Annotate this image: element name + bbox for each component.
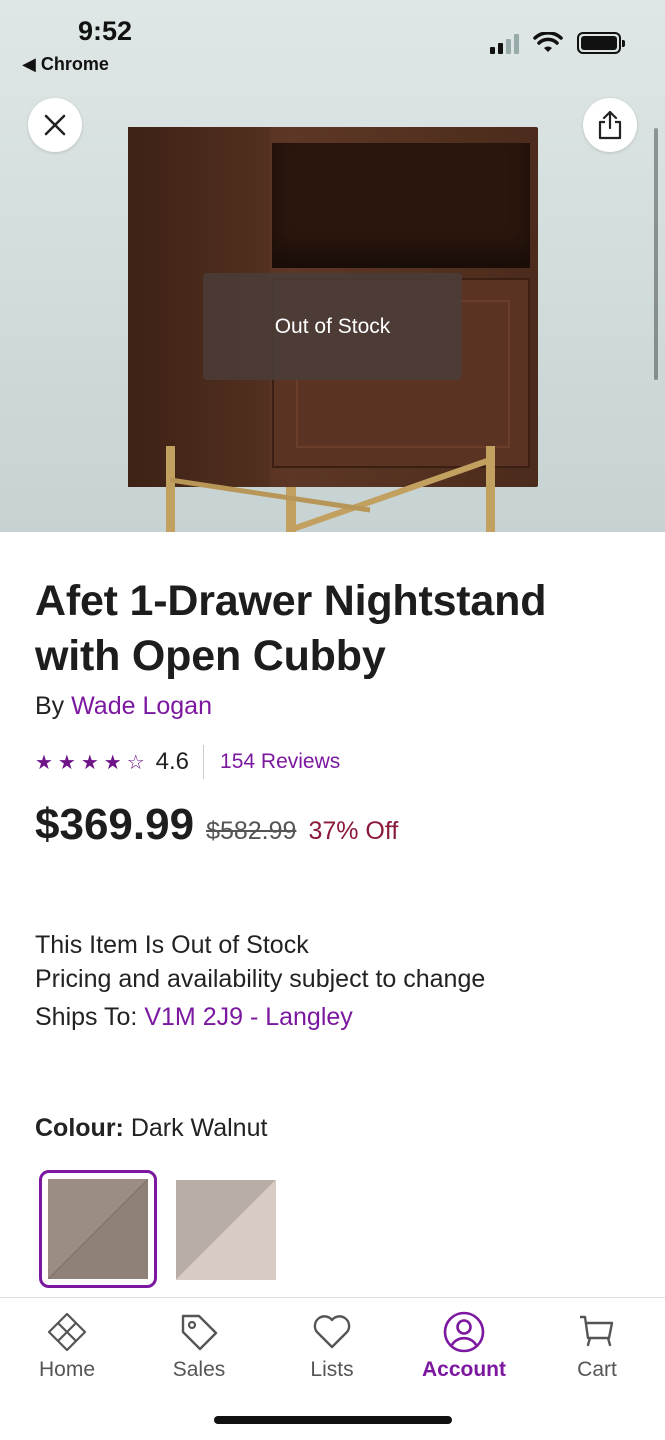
price-row: $369.99 $582.99 37% Off [35, 800, 398, 850]
rating-value: 4.6 [155, 748, 190, 775]
original-price: $582.99 [206, 817, 297, 845]
wifi-icon [533, 32, 563, 52]
product-title: Afet 1-Drawer Nightstand with Open Cubby [35, 577, 547, 680]
swatch-light[interactable] [176, 1180, 276, 1280]
stock-status: This Item Is Out of Stock [35, 931, 309, 959]
tab-home[interactable]: Home [7, 1310, 127, 1382]
tab-lists[interactable]: Lists [272, 1310, 392, 1382]
tag-icon [181, 1314, 218, 1351]
brand-link[interactable]: Wade Logan [71, 692, 212, 720]
tab-account[interactable]: Account [404, 1310, 524, 1382]
home-indicator[interactable] [214, 1416, 452, 1424]
availability-info: This Item Is Out of Stock Pricing and av… [35, 928, 485, 1034]
reviews-link[interactable]: 154 Reviews [220, 750, 340, 774]
sale-price: $369.99 [35, 800, 195, 849]
ships-to: Ships To: V1M 2J9 - Langley [35, 1003, 353, 1031]
pricing-note: Pricing and availability subject to chan… [35, 965, 486, 993]
divider [203, 745, 205, 779]
close-button[interactable] [28, 98, 82, 152]
status-icons [490, 32, 625, 54]
image-scroll-indicator [654, 128, 658, 380]
share-button[interactable] [583, 98, 637, 152]
brand-line: By Wade Logan [35, 692, 212, 720]
ships-to-location-link[interactable]: V1M 2J9 - Langley [144, 1003, 352, 1031]
star-rating: ★★★★☆ [35, 751, 150, 774]
heart-icon [313, 1315, 351, 1349]
out-of-stock-overlay: Out of Stock [203, 273, 462, 380]
cell-signal-icon [490, 32, 519, 54]
share-icon [598, 110, 622, 140]
product-image-area: 9:52 ◀ Chrome Out of Stock [0, 0, 665, 532]
rating-row: ★★★★☆ 4.6 154 Reviews [35, 744, 340, 780]
colour-selector-label: Colour: Dark Walnut [35, 1114, 268, 1142]
battery-icon [577, 32, 625, 54]
home-icon [47, 1312, 87, 1352]
tab-sales[interactable]: Sales [139, 1310, 259, 1382]
discount-badge: 37% Off [308, 817, 399, 845]
account-icon [443, 1311, 485, 1353]
selected-colour: Dark Walnut [130, 1114, 268, 1142]
back-to-app[interactable]: ◀ Chrome [22, 54, 109, 75]
swatch-dark-walnut[interactable] [39, 1170, 157, 1288]
tab-cart[interactable]: Cart [537, 1310, 657, 1382]
status-time: 9:52 [78, 16, 133, 46]
cart-icon [580, 1315, 614, 1347]
close-icon [44, 114, 66, 136]
